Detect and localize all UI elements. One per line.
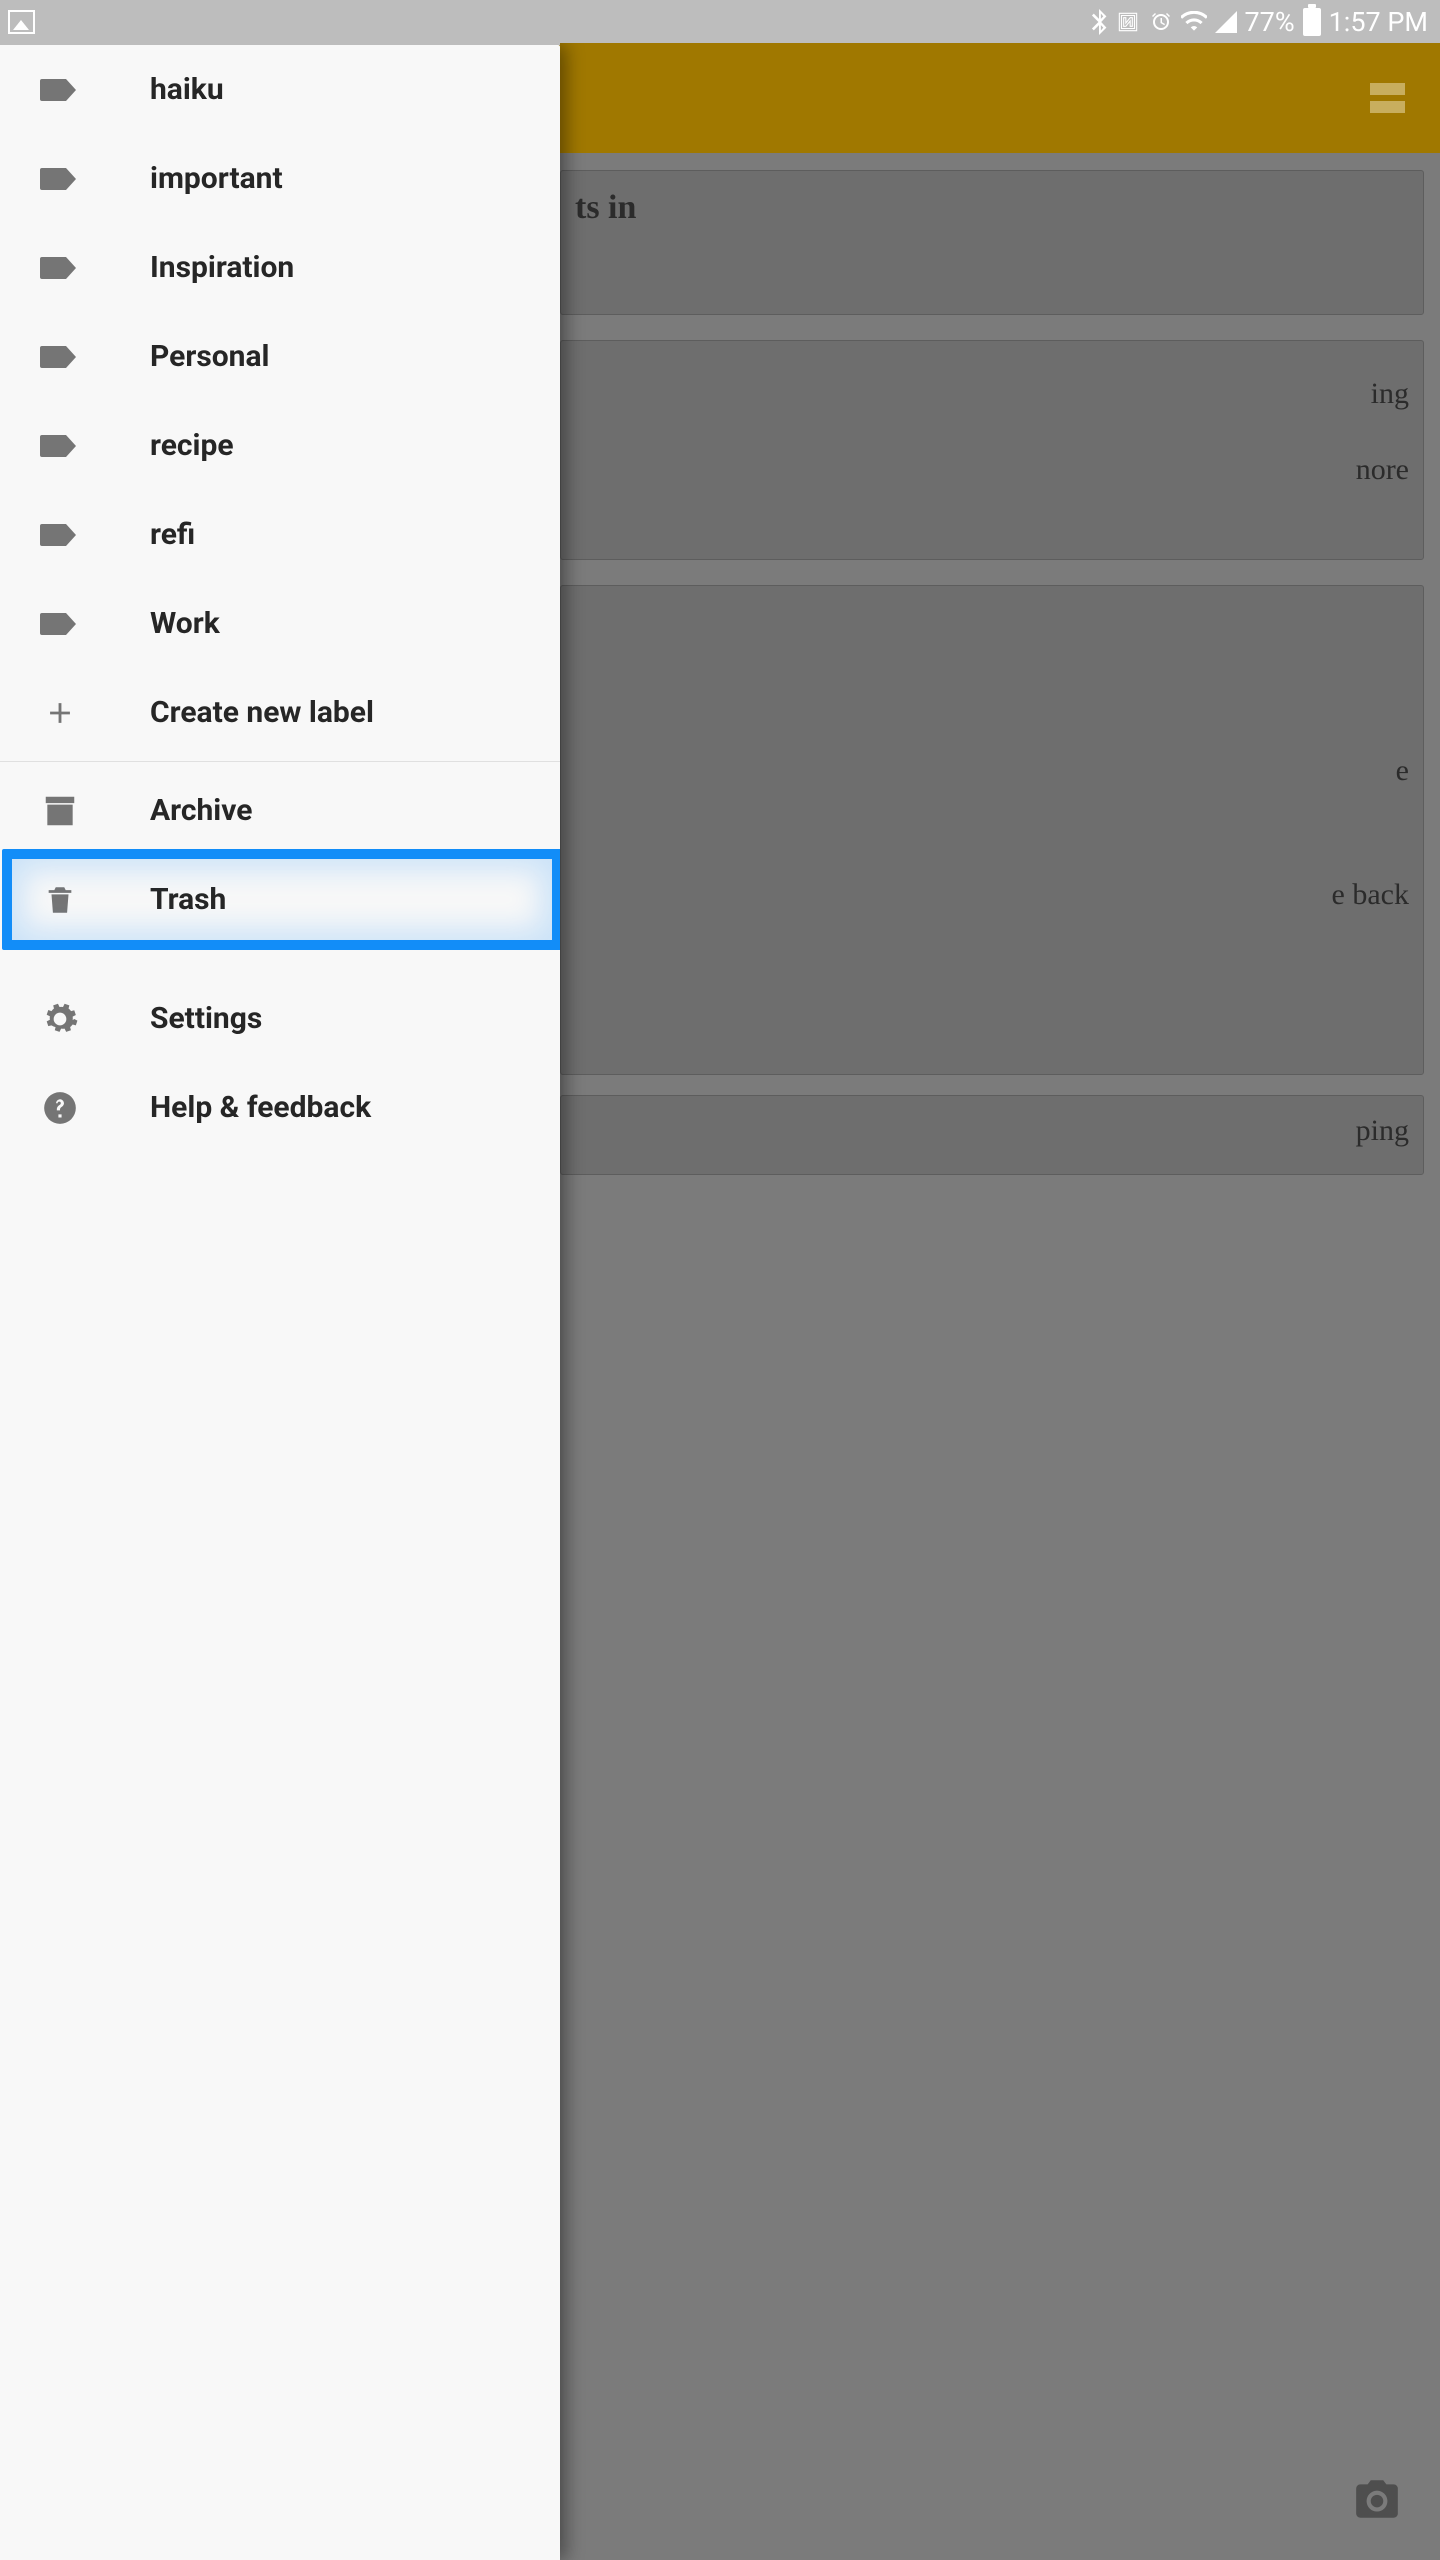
drawer-item-inspiration[interactable]: Inspiration xyxy=(0,223,560,312)
tutorial-highlight xyxy=(2,849,560,950)
label-icon xyxy=(40,248,80,288)
gear-icon xyxy=(40,999,80,1039)
drawer-item-label: Inspiration xyxy=(150,250,294,285)
drawer-item-label: Work xyxy=(150,606,220,641)
camera-icon[interactable] xyxy=(1352,2474,1402,2524)
drawer-item-refi[interactable]: refi xyxy=(0,490,560,579)
drawer-item-important[interactable]: important xyxy=(0,134,560,223)
drawer-item-help[interactable]: Help & feedback xyxy=(0,1063,560,1152)
nfc-icon xyxy=(1115,9,1141,35)
note-card[interactable]: ing nore xyxy=(560,340,1424,560)
drawer-item-settings[interactable]: Settings xyxy=(0,974,560,1063)
drawer-item-label: Settings xyxy=(150,1001,262,1036)
battery-percent: 77% xyxy=(1245,6,1295,38)
view-toggle-icon[interactable] xyxy=(1370,83,1405,113)
label-icon xyxy=(40,337,80,377)
plus-icon xyxy=(40,693,80,733)
note-card[interactable]: ping xyxy=(560,1095,1424,1175)
clock-time: 1:57 PM xyxy=(1329,6,1428,38)
drawer-item-archive[interactable]: Archive xyxy=(0,766,560,855)
alarm-icon xyxy=(1149,10,1173,34)
drawer-item-label: important xyxy=(150,161,283,196)
drawer-item-label: recipe xyxy=(150,428,234,463)
divider xyxy=(0,761,560,762)
drawer-item-personal[interactable]: Personal xyxy=(0,312,560,401)
drawer-item-label: haiku xyxy=(150,72,224,107)
bluetooth-icon xyxy=(1091,9,1107,35)
drawer-item-label: Trash xyxy=(150,882,226,917)
drawer-item-work[interactable]: Work xyxy=(0,579,560,668)
drawer-item-label: Personal xyxy=(150,339,270,374)
screenshot-notification-icon xyxy=(8,10,35,34)
note-text-fragment: e xyxy=(575,754,1409,788)
label-icon xyxy=(40,159,80,199)
note-text-fragment: ping xyxy=(575,1114,1409,1148)
note-card[interactable]: ts in xyxy=(560,170,1424,315)
note-title-fragment: ts in xyxy=(575,189,636,226)
cell-signal-icon xyxy=(1215,11,1237,33)
drawer-item-trash[interactable]: Trash xyxy=(0,855,560,944)
drawer-item-label: Archive xyxy=(150,793,252,828)
drawer-item-haiku[interactable]: haiku xyxy=(0,45,560,134)
drawer-labels-list: haiku important Inspiration Personal rec xyxy=(0,45,560,1152)
drawer-item-label: Help & feedback xyxy=(150,1090,371,1125)
drawer-item-recipe[interactable]: recipe xyxy=(0,401,560,490)
note-text-fragment: nore xyxy=(575,453,1409,487)
trash-icon xyxy=(40,880,80,920)
label-icon xyxy=(40,515,80,555)
help-icon xyxy=(40,1088,80,1128)
label-icon xyxy=(40,70,80,110)
drawer-item-create-label[interactable]: Create new label xyxy=(0,668,560,757)
archive-icon xyxy=(40,791,80,831)
spacer xyxy=(0,944,560,974)
battery-icon xyxy=(1303,8,1321,36)
drawer-item-label: refi xyxy=(150,517,195,552)
navigation-drawer: haiku important Inspiration Personal rec xyxy=(0,45,560,2560)
note-card[interactable]: e e back xyxy=(560,585,1424,1075)
wifi-icon xyxy=(1181,11,1207,33)
drawer-item-label: Create new label xyxy=(150,695,374,730)
label-icon xyxy=(40,604,80,644)
note-text-fragment: e back xyxy=(575,878,1409,912)
status-bar: 77% 1:57 PM xyxy=(0,0,1440,43)
note-text-fragment: ing xyxy=(575,377,1409,411)
label-icon xyxy=(40,426,80,466)
